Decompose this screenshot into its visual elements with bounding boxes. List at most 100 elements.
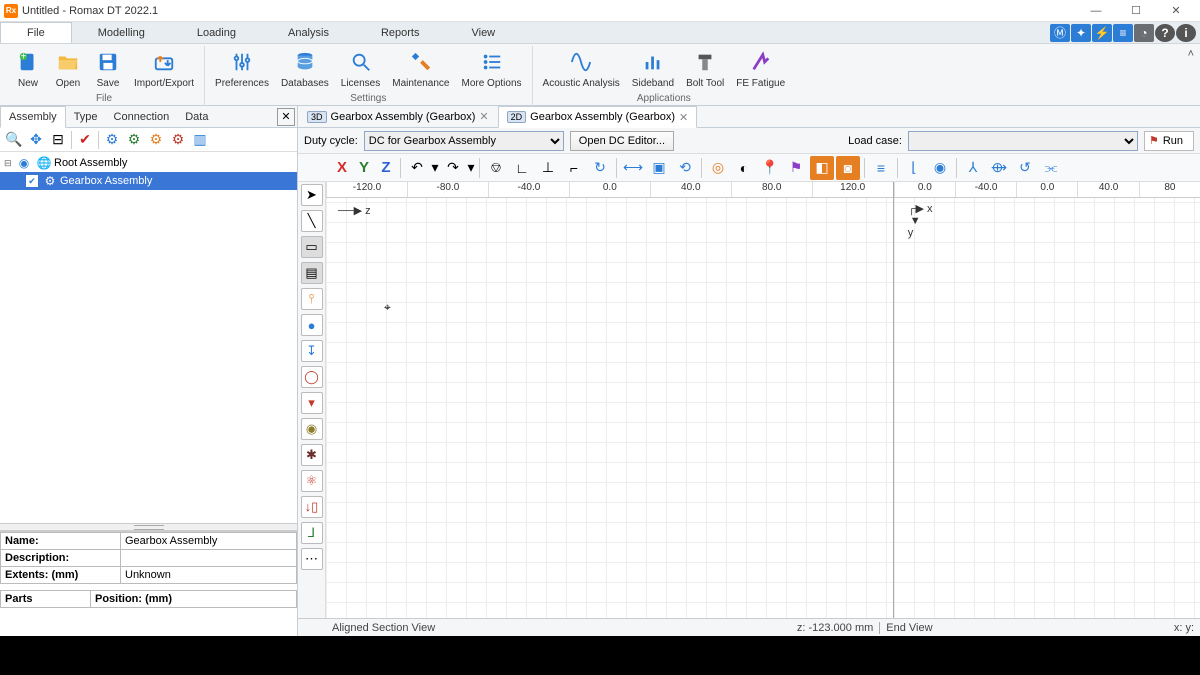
menu-file[interactable]: File xyxy=(0,22,72,43)
report-icon[interactable]: ▥ xyxy=(190,130,210,150)
help-icon[interactable]: ? xyxy=(1155,24,1175,42)
spark-icon[interactable]: ✦ xyxy=(1071,24,1091,42)
ribbon-collapse-button[interactable]: ˄ xyxy=(1188,48,1194,60)
target-icon[interactable]: ◎ xyxy=(706,156,730,180)
move-icon[interactable]: ✥ xyxy=(26,130,46,150)
list-icon[interactable]: ≡ xyxy=(1113,24,1133,42)
cycle-icon[interactable]: ↺ xyxy=(1013,156,1037,180)
save-button[interactable]: Save xyxy=(88,46,128,91)
undo-dropdown[interactable]: ▾ xyxy=(431,156,439,180)
gear-green-icon[interactable]: ⚙ xyxy=(124,130,144,150)
doc-tab-3d[interactable]: 3D Gearbox Assembly (Gearbox) ✕ xyxy=(298,106,498,127)
bolt-tool-button[interactable]: Bolt Tool xyxy=(680,46,730,91)
open-button[interactable]: Open xyxy=(48,46,88,91)
graph-icon[interactable]: ⅄ xyxy=(961,156,985,180)
circle-tool[interactable]: ● xyxy=(301,314,323,336)
clock-icon[interactable]: ◔ xyxy=(1134,24,1154,42)
duty-cycle-select[interactable]: DC for Gearbox Assembly xyxy=(364,131,564,151)
flag-icon[interactable]: ⚑ xyxy=(784,156,808,180)
redo-dropdown[interactable]: ▾ xyxy=(467,156,475,180)
tab-type[interactable]: Type xyxy=(66,106,106,127)
gear-orange-icon[interactable]: ⚙ xyxy=(146,130,166,150)
load-tool[interactable]: ↓▯ xyxy=(301,496,323,518)
gear-tool[interactable]: ◉ xyxy=(301,418,323,440)
tree-child-row[interactable]: ✔ ⚙ Gearbox Assembly xyxy=(0,172,297,190)
collapse-icon[interactable]: ⊟ xyxy=(48,130,68,150)
tab-connection[interactable]: Connection xyxy=(106,106,178,127)
open-dc-editor-button[interactable]: Open DC Editor... xyxy=(570,131,674,151)
chain-icon[interactable]: ⫘ xyxy=(1039,156,1063,180)
menu-modelling[interactable]: Modelling xyxy=(72,22,171,43)
menu-icon[interactable]: ≡ xyxy=(869,156,893,180)
tab-data[interactable]: Data xyxy=(177,106,216,127)
bearing-tool[interactable]: ◯ xyxy=(301,366,323,388)
acoustic-analysis-button[interactable]: Acoustic Analysis xyxy=(537,46,626,91)
planet-tool[interactable]: ✱ xyxy=(301,444,323,466)
rect-tool[interactable]: ▭ xyxy=(301,236,323,258)
menu-view[interactable]: View xyxy=(445,22,521,43)
line-tool[interactable]: ╲ xyxy=(301,210,323,232)
check-icon[interactable]: ✔ xyxy=(75,130,95,150)
eye-icon[interactable]: ◉ xyxy=(16,155,32,171)
info-icon[interactable]: i xyxy=(1176,24,1196,42)
path-tool[interactable]: ⅃ xyxy=(301,522,323,544)
canvas-section-view[interactable]: -120.0 -80.0 -40.0 0.0 40.0 80.0 120.0 ─… xyxy=(326,182,894,618)
corner-icon[interactable]: ⌐ xyxy=(562,156,586,180)
menu-loading[interactable]: Loading xyxy=(171,22,262,43)
brand-icon[interactable]: Ⓜ xyxy=(1050,24,1070,42)
close-button[interactable]: ✕ xyxy=(1156,0,1196,22)
stop-icon[interactable]: ◧ xyxy=(810,156,834,180)
menu-analysis[interactable]: Analysis xyxy=(262,22,355,43)
licenses-button[interactable]: Licenses xyxy=(335,46,386,91)
left-panel-close-button[interactable]: ✕ xyxy=(277,108,295,126)
databases-button[interactable]: Databases xyxy=(275,46,335,91)
camera-icon[interactable]: ◙ xyxy=(836,156,860,180)
gear-blue-icon[interactable]: ⚙ xyxy=(102,130,122,150)
minimize-button[interactable]: — xyxy=(1076,0,1116,22)
gauge-icon[interactable]: ◐ xyxy=(732,156,756,180)
link-icon[interactable]: ⟴ xyxy=(987,156,1011,180)
rotate-icon[interactable]: ⟲ xyxy=(673,156,697,180)
splitter-handle[interactable] xyxy=(0,523,297,531)
refresh-icon[interactable]: ↻ xyxy=(588,156,612,180)
zoom-icon[interactable]: 🔍 xyxy=(4,130,24,150)
new-button[interactable]: + New xyxy=(8,46,48,91)
step-tool[interactable]: ▤ xyxy=(301,262,323,284)
maintenance-button[interactable]: Maintenance xyxy=(386,46,455,91)
import-export-button[interactable]: Import/Export xyxy=(128,46,200,91)
sideband-button[interactable]: Sideband xyxy=(626,46,680,91)
select-tool[interactable]: ➤ xyxy=(301,184,323,206)
tree-root-row[interactable]: ⊟ ◉ 🌐 Root Assembly xyxy=(0,154,297,172)
pin-tool[interactable]: ↧ xyxy=(301,340,323,362)
prop-name-value[interactable]: Gearbox Assembly xyxy=(121,533,297,550)
menu-reports[interactable]: Reports xyxy=(355,22,446,43)
angle-icon[interactable]: ∟ xyxy=(510,156,534,180)
more-options-button[interactable]: More Options xyxy=(456,46,528,91)
snap-icon[interactable]: ⎊ xyxy=(484,156,508,180)
prop-desc-value[interactable] xyxy=(121,550,297,567)
loadcase-select[interactable] xyxy=(908,131,1138,151)
perpendicular-icon[interactable]: ⊥ xyxy=(536,156,560,180)
doc-tab-3d-close[interactable]: ✕ xyxy=(479,110,488,123)
spring-tool[interactable]: ⫯ xyxy=(301,288,323,310)
canvas-end-view[interactable]: 0.0 -40.0 0.0 40.0 80 ┌▶ x ▼ y xyxy=(894,182,1200,618)
more-tools[interactable]: ⋯ xyxy=(301,548,323,570)
redo-button[interactable]: ↷ xyxy=(441,156,465,180)
preferences-button[interactable]: Preferences xyxy=(209,46,275,91)
axis-z-button[interactable]: Z xyxy=(376,156,396,180)
align-icon[interactable]: ▣ xyxy=(647,156,671,180)
assembly-tree[interactable]: ⊟ ◉ 🌐 Root Assembly ✔ ⚙ Gearbox Assembly xyxy=(0,152,297,523)
corner-view-icon[interactable]: ⌊ xyxy=(902,156,926,180)
tab-assembly[interactable]: Assembly xyxy=(0,106,66,128)
doc-tab-2d[interactable]: 2D Gearbox Assembly (Gearbox) ✕ xyxy=(498,106,698,128)
point-tool[interactable]: ▾ xyxy=(301,392,323,414)
coupling-tool[interactable]: ⚛ xyxy=(301,470,323,492)
checkbox-icon[interactable]: ✔ xyxy=(26,175,38,187)
run-button[interactable]: ⚑ Run xyxy=(1144,131,1194,151)
axis-x-button[interactable]: X xyxy=(332,156,352,180)
axis-y-button[interactable]: Y xyxy=(354,156,374,180)
maximize-button[interactable]: ☐ xyxy=(1116,0,1156,22)
bolt-icon[interactable]: ⚡ xyxy=(1092,24,1112,42)
dimension-icon[interactable]: ⟷ xyxy=(621,156,645,180)
fe-fatigue-button[interactable]: FE Fatigue xyxy=(730,46,791,91)
